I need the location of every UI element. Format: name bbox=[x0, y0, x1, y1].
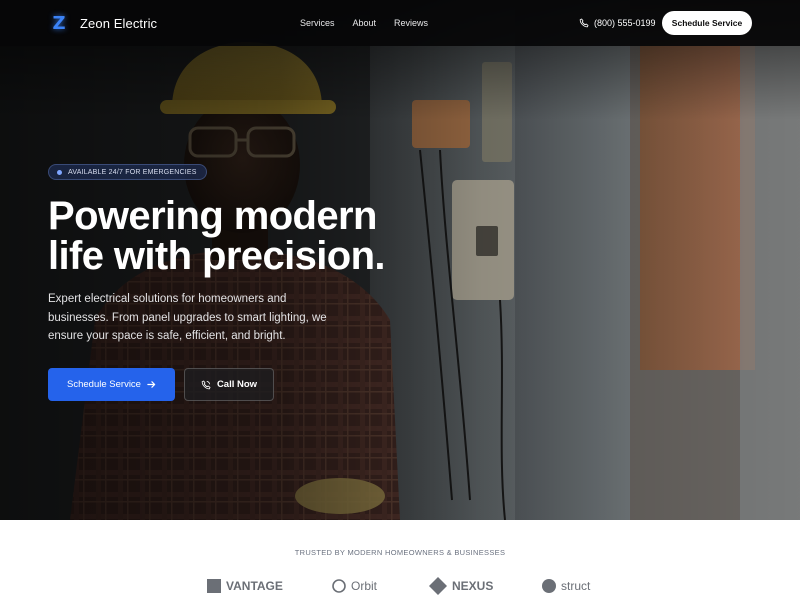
trusted-by-section: TRUSTED BY MODERN HOMEOWNERS & BUSINESSE… bbox=[0, 520, 800, 600]
phone-icon bbox=[579, 18, 589, 28]
hero-subtext: Expert electrical solutions for homeowne… bbox=[48, 293, 327, 342]
schedule-service-button-label: Schedule Service bbox=[67, 379, 141, 390]
brand[interactable]: Z Zeon Electric bbox=[48, 12, 157, 34]
logo-orbit: Orbit bbox=[332, 576, 377, 596]
diamond-icon bbox=[429, 577, 447, 595]
logo-nexus-name: NEXUS bbox=[452, 579, 494, 593]
hero-headline-line1: Powering modern bbox=[48, 194, 377, 238]
logo-orbit-name: Orbit bbox=[351, 579, 378, 593]
logo-vantage: VANTAGE bbox=[207, 576, 283, 596]
partner-logos: VANTAGE Orbit NEXUS struct bbox=[0, 576, 800, 596]
phone-icon bbox=[201, 380, 211, 389]
nav-phone-number: (800) 555-0199 bbox=[594, 18, 656, 28]
nav-link-about[interactable]: About bbox=[353, 18, 377, 28]
availability-badge-text: AVAILABLE 24/7 FOR EMERGENCIES bbox=[68, 168, 197, 176]
nav-links: Services About Reviews bbox=[300, 0, 428, 46]
nav-link-services[interactable]: Services bbox=[300, 18, 335, 28]
top-navigation: Z Zeon Electric Services About Reviews (… bbox=[0, 0, 800, 46]
arrow-right-icon bbox=[147, 381, 156, 388]
nav-link-reviews[interactable]: Reviews bbox=[394, 18, 428, 28]
zeon-logo-icon: Z bbox=[52, 12, 66, 34]
logo-nexus: NEXUS bbox=[429, 576, 493, 596]
status-dot-icon bbox=[57, 169, 62, 175]
call-now-button[interactable]: Call Now bbox=[184, 368, 274, 401]
call-now-button-label: Call Now bbox=[216, 379, 258, 390]
circle-outline-icon bbox=[332, 579, 346, 593]
schedule-service-button[interactable]: Schedule Service bbox=[48, 368, 175, 401]
nav-phone[interactable]: (800) 555-0199 bbox=[579, 0, 656, 46]
brand-name: Zeon Electric bbox=[80, 15, 158, 31]
logo-struct-name: struct bbox=[561, 579, 591, 593]
availability-badge: AVAILABLE 24/7 FOR EMERGENCIES bbox=[48, 164, 207, 180]
hero-headline: Powering modern life with precision. bbox=[48, 196, 448, 276]
hero-headline-line2: life with precision. bbox=[48, 234, 386, 278]
square-icon bbox=[207, 579, 221, 593]
circle-filled-icon bbox=[542, 579, 556, 593]
hero-section: AVAILABLE 24/7 FOR EMERGENCIES Powering … bbox=[0, 0, 800, 520]
logo-struct: struct bbox=[542, 576, 590, 596]
trusted-by-label: TRUSTED BY MODERN HOMEOWNERS & BUSINESSE… bbox=[294, 548, 506, 557]
nav-schedule-service-button[interactable]: Schedule Service bbox=[662, 11, 752, 35]
logo-vantage-name: VANTAGE bbox=[226, 579, 283, 593]
